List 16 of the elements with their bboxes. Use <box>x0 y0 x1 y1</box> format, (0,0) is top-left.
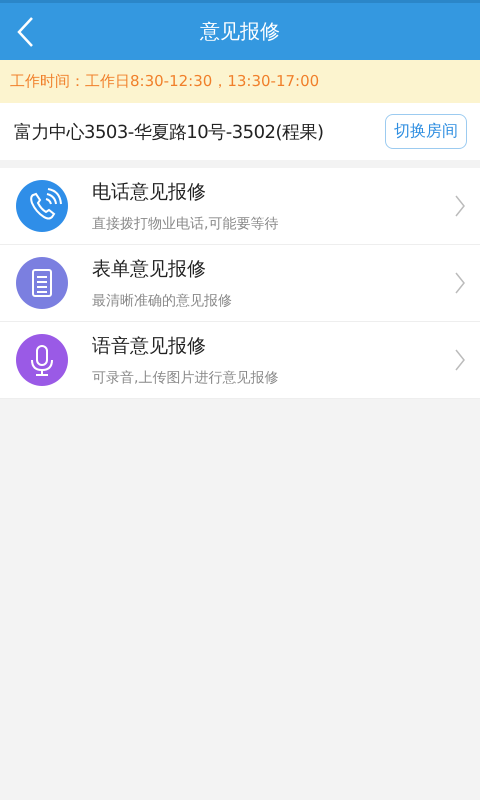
chevron-icon <box>454 271 466 295</box>
working-hours-text: 工作日8:30-12:30，13:30-17:00 <box>85 72 320 91</box>
option-title: 表单意见报修 <box>92 257 207 282</box>
repair-option[interactable]: 语音意见报修 可录音,上传图片进行意见报修 <box>0 322 480 399</box>
option-title: 语音意见报修 <box>92 334 207 359</box>
page-title: 意见报修 <box>200 18 280 45</box>
option-title: 电话意见报修 <box>92 180 207 205</box>
address-text: 富力中心3503-华夏路10号-3502(程果) <box>14 120 324 144</box>
chevron-icon <box>454 348 466 372</box>
repair-option[interactable]: 表单意见报修 最清晰准确的意见报修 <box>0 245 480 322</box>
repair-option[interactable]: 电话意见报修 直接拨打物业电话,可能要等待 <box>0 168 480 245</box>
working-hours-label: 工作时间： <box>10 72 85 91</box>
option-subtitle: 可录音,上传图片进行意见报修 <box>92 369 280 387</box>
option-subtitle: 最清晰准确的意见报修 <box>92 292 233 310</box>
option-subtitle: 直接拨打物业电话,可能要等待 <box>92 215 280 233</box>
chevron-icon <box>454 194 466 218</box>
